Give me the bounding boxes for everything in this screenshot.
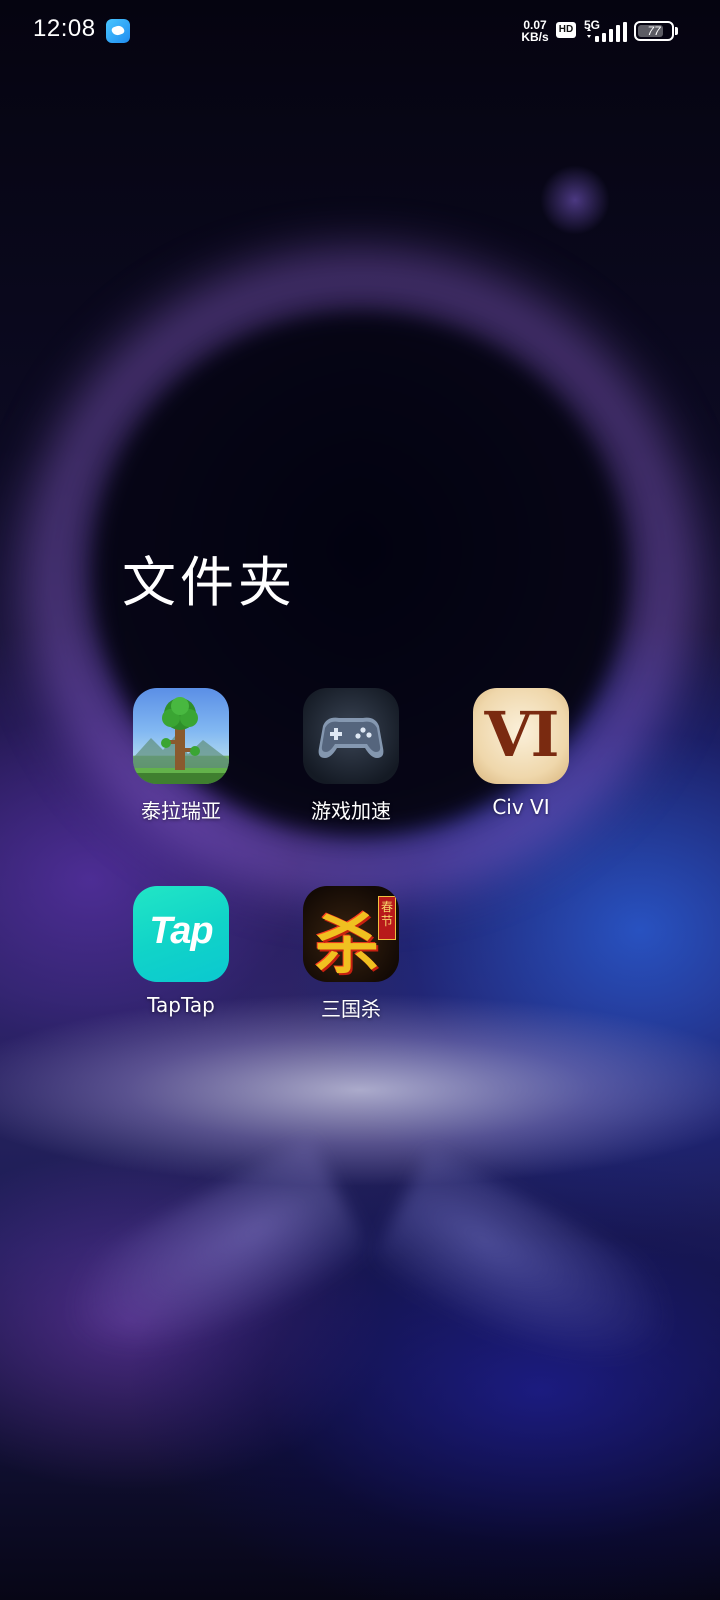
folder-title[interactable]: 文件夹 [122, 538, 296, 617]
app-label: 三国杀 [321, 997, 381, 1021]
battery-level: 77 [647, 24, 661, 38]
game-accelerator-icon[interactable] [303, 688, 399, 784]
app-label: Civ VI [492, 795, 550, 819]
app-terraria[interactable]: 泰拉瑞亚 [106, 688, 256, 824]
sanguosha-logo-char: 杀 [315, 908, 379, 982]
civ-vi-icon[interactable]: VI [473, 688, 569, 784]
battery-cap [675, 27, 678, 35]
app-game-accelerator[interactable]: 游戏加速 [276, 688, 426, 824]
cellular-signal-icon [587, 22, 627, 42]
civ-vi-logo-text: VI [484, 698, 559, 771]
hd-voice-badge: HD [556, 22, 576, 38]
spring-festival-tag: 春节 [378, 896, 396, 940]
status-bar: 12:08 0.07 KB/s HD 5G 77 [0, 0, 720, 64]
taptap-logo-text: Tap [149, 910, 213, 952]
taptap-icon[interactable]: Tap [133, 886, 229, 982]
network-speed: 0.07 KB/s [517, 19, 553, 43]
app-sanguosha[interactable]: 杀 春节 三国杀 [276, 886, 426, 1022]
wallpaper-beam-right [364, 1147, 696, 1413]
wallpaper-glow [540, 165, 610, 235]
app-label: TapTap [147, 993, 215, 1017]
app-taptap[interactable]: Tap TapTap [106, 886, 256, 1017]
network-speed-unit: KB/s [521, 30, 549, 44]
wallpaper-beam-left [44, 1137, 376, 1403]
browser-notification-icon [106, 19, 130, 43]
clock: 12:08 [33, 15, 96, 42]
sanguosha-icon[interactable]: 杀 春节 [303, 886, 399, 982]
terraria-icon[interactable] [133, 688, 229, 784]
app-label: 泰拉瑞亚 [141, 799, 221, 823]
app-label: 游戏加速 [311, 799, 391, 823]
app-civ-vi[interactable]: VI Civ VI [446, 688, 596, 819]
battery-icon: 77 [634, 21, 674, 41]
